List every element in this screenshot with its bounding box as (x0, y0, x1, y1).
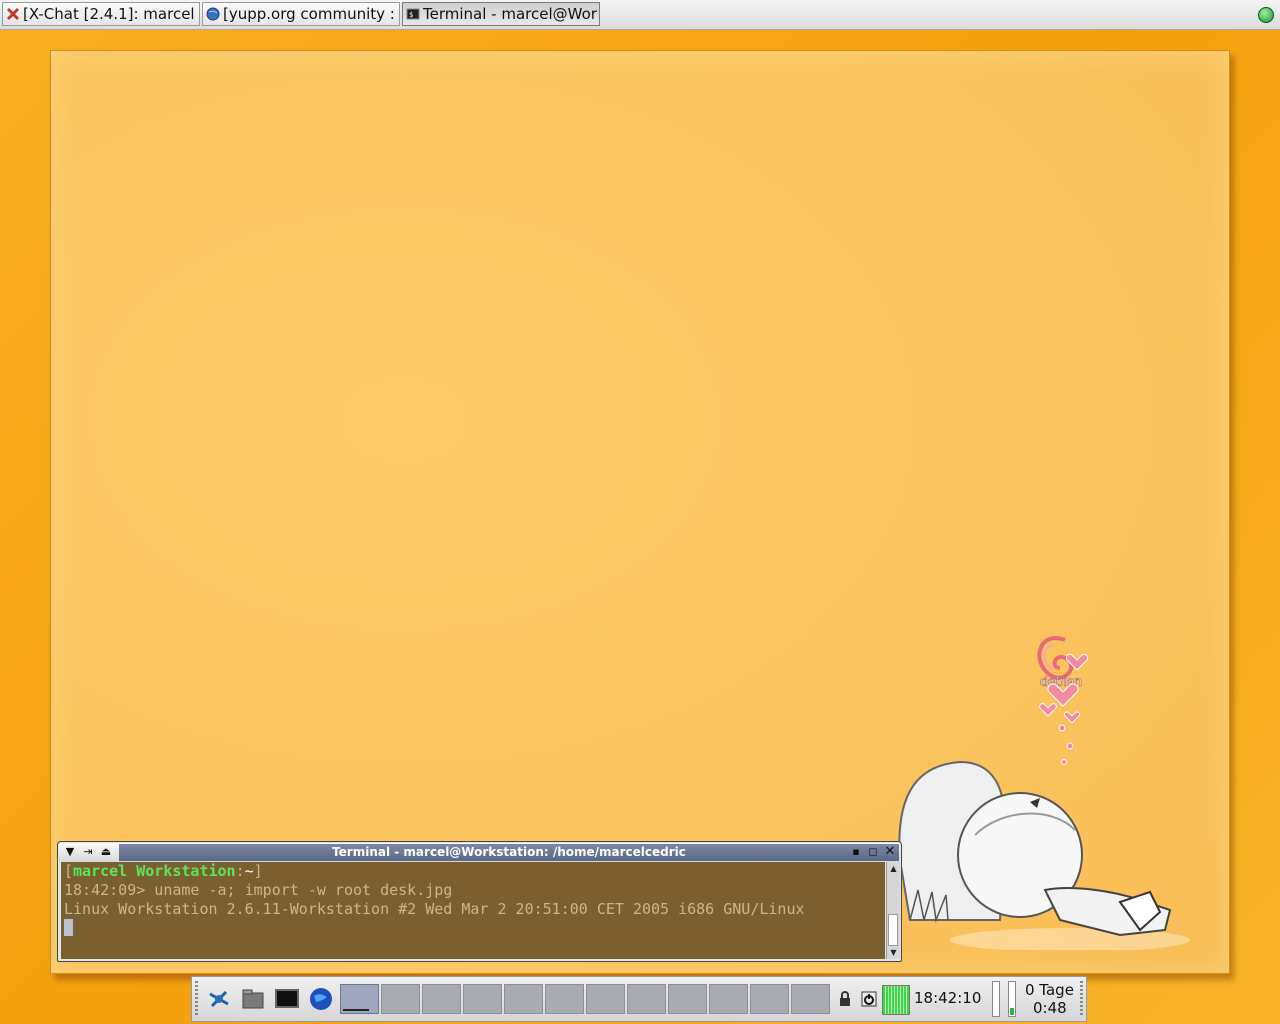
workspace-11[interactable] (750, 984, 789, 1014)
workspace-12[interactable] (791, 984, 830, 1014)
terminal-window: ▼ ⇥ ⏏ Terminal - marcel@Workstation: /ho… (57, 841, 902, 962)
scroll-up-icon[interactable]: ▲ (888, 863, 899, 874)
panel-clock[interactable]: 18:42:10 (914, 989, 981, 1007)
xchat-icon (6, 7, 20, 21)
workspace-4[interactable] (463, 984, 502, 1014)
panel-grip-left[interactable] (195, 981, 198, 1017)
terminal-icon: $ (406, 8, 420, 20)
battery-fill (1010, 1008, 1014, 1015)
uptime-days: 0 Tage (1025, 981, 1074, 999)
terminal-output[interactable]: [marcel Workstation:~] 18:42:09> uname -… (61, 862, 885, 959)
terminal-scrollbar[interactable]: ▲ ▼ (886, 862, 900, 959)
maximize-icon[interactable]: ◻ (866, 845, 880, 859)
lock-icon[interactable] (837, 991, 853, 1007)
text-cursor (64, 919, 73, 936)
bottom-panel: 18:42:10 0 Tage 0:48 (191, 976, 1087, 1022)
workspace-5[interactable] (504, 984, 543, 1014)
uptime-time: 0:48 (1033, 999, 1067, 1017)
workspace-3[interactable] (422, 984, 461, 1014)
task-button-yupp[interactable]: [yupp.org community : (202, 2, 400, 26)
workspace-6[interactable] (545, 984, 584, 1014)
task-label: Terminal - marcel@Wor (423, 5, 597, 23)
terminal-title: Terminal - marcel@Workstation: /home/mar… (119, 844, 899, 861)
task-label: [yupp.org community : (223, 5, 395, 23)
battery-meter[interactable] (992, 981, 1000, 1017)
task-label: [X-Chat [2.4.1]: marcel (23, 5, 195, 23)
cursor-line (64, 919, 885, 938)
minimize-icon[interactable]: ▪ (849, 845, 863, 859)
workspace-window-thumb (343, 1009, 369, 1011)
globe-icon (206, 7, 220, 21)
panel-grip-right[interactable] (1080, 981, 1083, 1017)
workspace-9[interactable] (668, 984, 707, 1014)
file-manager-icon[interactable] (240, 986, 266, 1012)
workspace-7[interactable] (586, 984, 625, 1014)
mascot-figure (898, 760, 1190, 950)
shade-icon[interactable]: ⇥ (81, 845, 95, 859)
terminal-icon[interactable] (274, 986, 300, 1012)
workspace-10[interactable] (709, 984, 748, 1014)
close-icon[interactable]: ✕ (883, 845, 897, 859)
top-taskbar: [X-Chat [2.4.1]: marcel [yupp.org commun… (0, 0, 1280, 30)
prompt-line: [marcel Workstation:~] (64, 862, 263, 880)
debian-mascot-artwork: debian (898, 636, 1190, 950)
scroll-down-icon[interactable]: ▼ (888, 947, 899, 958)
workspace-8[interactable] (627, 984, 666, 1014)
terminal-titlebar[interactable]: ▼ ⇥ ⏏ Terminal - marcel@Workstation: /ho… (59, 843, 900, 862)
scroll-thumb[interactable] (888, 914, 898, 946)
stick-icon[interactable]: ⏏ (99, 845, 113, 859)
output-line: Linux Workstation 2.6.11-Workstation #2 … (64, 900, 805, 918)
battery-meter-2[interactable] (1008, 981, 1016, 1017)
workspace-1[interactable] (340, 984, 379, 1014)
svg-text:$: $ (409, 11, 413, 19)
xfce-mouse-icon[interactable] (206, 986, 232, 1012)
task-button-terminal[interactable]: $ Terminal - marcel@Wor (402, 2, 600, 26)
command-line: 18:42:09> uname -a; import -w root desk.… (64, 881, 453, 899)
status-ball-icon[interactable] (1258, 7, 1274, 23)
browser-globe-icon[interactable] (308, 986, 334, 1012)
window-menu-icon[interactable]: ▼ (63, 845, 77, 859)
workspace-2[interactable] (381, 984, 420, 1014)
task-button-xchat[interactable]: [X-Chat [2.4.1]: marcel (2, 2, 200, 26)
power-icon[interactable] (861, 991, 877, 1007)
cpu-load-graph[interactable] (882, 985, 910, 1015)
